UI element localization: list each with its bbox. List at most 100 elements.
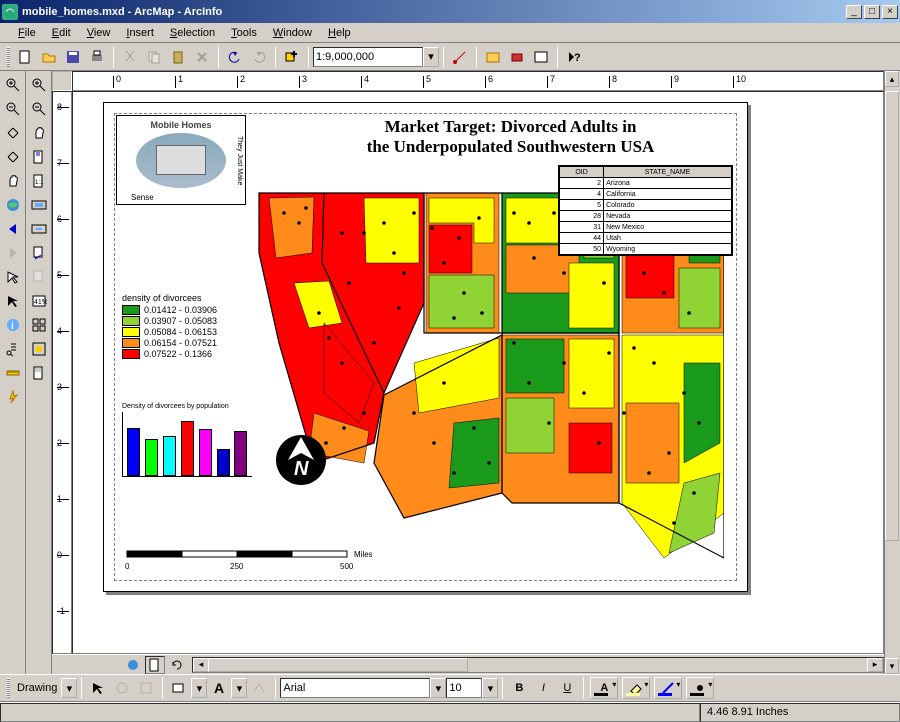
- zoom-in-icon[interactable]: [2, 74, 24, 96]
- bar-chart[interactable]: Density of divorcees by population: [122, 403, 252, 493]
- horizontal-ruler[interactable]: 012345678910: [72, 71, 884, 91]
- find-icon[interactable]: [2, 338, 24, 360]
- save-button[interactable]: [62, 46, 84, 68]
- zoom-percent-icon[interactable]: 41%: [28, 290, 50, 312]
- table-row[interactable]: 4California: [560, 189, 732, 200]
- map-title[interactable]: Market Target: Divorced Adults in the Un…: [284, 117, 737, 157]
- measure-icon[interactable]: [2, 362, 24, 384]
- open-button[interactable]: [38, 46, 60, 68]
- layout-zoom-out-icon[interactable]: [28, 98, 50, 120]
- zoom-100-icon[interactable]: 1:1: [28, 170, 50, 192]
- print-button[interactable]: [86, 46, 108, 68]
- toggle-draft-icon[interactable]: [28, 314, 50, 336]
- bold-button[interactable]: B: [508, 677, 530, 699]
- rotate-icon[interactable]: [111, 677, 133, 699]
- select-elements-cursor-icon[interactable]: [87, 677, 109, 699]
- minimize-button[interactable]: _: [846, 5, 862, 19]
- toolbar-grip[interactable]: [7, 678, 10, 698]
- zoom-to-selected-icon[interactable]: [135, 677, 157, 699]
- hscroll-thumb[interactable]: [208, 658, 468, 672]
- font-select[interactable]: [280, 678, 430, 698]
- layout-zoom-in-icon[interactable]: [28, 74, 50, 96]
- layout-next-extent-icon[interactable]: [28, 266, 50, 288]
- arctoolbox-button[interactable]: [506, 46, 528, 68]
- horizontal-scrollbar[interactable]: ◂ ▸: [192, 657, 884, 673]
- menu-view[interactable]: View: [79, 25, 119, 41]
- north-arrow[interactable]: N: [274, 433, 329, 488]
- identify-icon[interactable]: i: [2, 314, 24, 336]
- redo-button[interactable]: [248, 46, 270, 68]
- menu-window[interactable]: Window: [265, 25, 320, 41]
- pan-icon[interactable]: [2, 170, 24, 192]
- vscroll-up-arrow[interactable]: ▴: [885, 71, 899, 87]
- vertical-ruler[interactable]: 876543210-1: [52, 91, 72, 654]
- fixed-zoom-in-icon[interactable]: [2, 122, 24, 144]
- paste-button[interactable]: [167, 46, 189, 68]
- drawing-menu-dropdown[interactable]: ▾: [61, 678, 77, 698]
- command-line-button[interactable]: [530, 46, 552, 68]
- menu-file[interactable]: File: [10, 25, 44, 41]
- menu-edit[interactable]: Edit: [44, 25, 79, 41]
- new-document-button[interactable]: [14, 46, 36, 68]
- shape-dropdown[interactable]: ▾: [191, 678, 207, 698]
- refresh-button[interactable]: [167, 656, 187, 674]
- arccatalog-button[interactable]: [482, 46, 504, 68]
- fixed-zoom-out-icon[interactable]: [2, 146, 24, 168]
- table-row[interactable]: 2Arizona: [560, 178, 732, 189]
- attribute-table[interactable]: OIDSTATE_NAME2Arizona4California5Colorad…: [558, 165, 733, 256]
- focus-data-frame-icon[interactable]: [28, 338, 50, 360]
- menu-selection[interactable]: Selection: [162, 25, 223, 41]
- hscroll-right-arrow[interactable]: ▸: [867, 658, 883, 672]
- menu-tools[interactable]: Tools: [223, 25, 265, 41]
- edit-vertices-icon[interactable]: [248, 677, 270, 699]
- vertical-scrollbar[interactable]: ▴ ▾: [884, 71, 900, 674]
- italic-button[interactable]: I: [532, 677, 554, 699]
- copy-button[interactable]: [143, 46, 165, 68]
- vscroll-thumb[interactable]: [885, 91, 899, 541]
- select-features-icon[interactable]: [2, 266, 24, 288]
- font-size-select[interactable]: [446, 678, 482, 698]
- scale-bar[interactable]: 0 250 500 Miles: [122, 547, 372, 571]
- layout-fixed-zoom-in-icon[interactable]: [28, 194, 50, 216]
- font-dropdown[interactable]: ▾: [430, 678, 446, 698]
- layout-previous-extent-icon[interactable]: [28, 242, 50, 264]
- scale-dropdown-button[interactable]: ▾: [423, 47, 439, 67]
- change-layout-icon[interactable]: [28, 362, 50, 384]
- layout-pan-icon[interactable]: [28, 122, 50, 144]
- layout-view-button[interactable]: [145, 656, 165, 674]
- select-elements-icon[interactable]: [2, 290, 24, 312]
- font-color-button[interactable]: A▾: [590, 677, 618, 699]
- layout-fixed-zoom-out-icon[interactable]: [28, 218, 50, 240]
- hscroll-left-arrow[interactable]: ◂: [193, 658, 209, 672]
- next-extent-icon[interactable]: [2, 242, 24, 264]
- table-row[interactable]: 31New Mexico: [560, 222, 732, 233]
- full-extent-icon[interactable]: [2, 194, 24, 216]
- layout-canvas[interactable]: Mobile Homes They Just Make Sense Market…: [72, 91, 884, 654]
- map-scale-input[interactable]: [313, 47, 423, 67]
- logo-frame[interactable]: Mobile Homes They Just Make Sense: [116, 115, 246, 205]
- delete-button[interactable]: [191, 46, 213, 68]
- zoom-whole-page-icon[interactable]: [28, 146, 50, 168]
- hyperlink-icon[interactable]: [2, 386, 24, 408]
- data-view-button[interactable]: [123, 656, 143, 674]
- new-rectangle-button[interactable]: [168, 677, 190, 699]
- table-row[interactable]: 5Colorado: [560, 200, 732, 211]
- menu-help[interactable]: Help: [320, 25, 359, 41]
- vscroll-down-arrow[interactable]: ▾: [885, 658, 899, 674]
- map-page[interactable]: Mobile Homes They Just Make Sense Market…: [103, 102, 748, 592]
- toolbar-grip[interactable]: [7, 47, 10, 67]
- previous-extent-icon[interactable]: [2, 218, 24, 240]
- zoom-out-icon[interactable]: [2, 98, 24, 120]
- table-row[interactable]: 44Utah: [560, 233, 732, 244]
- editor-toolbar-button[interactable]: [449, 46, 471, 68]
- whats-this-button[interactable]: ?: [563, 46, 585, 68]
- line-color-button[interactable]: ▾: [654, 677, 682, 699]
- cut-button[interactable]: [119, 46, 141, 68]
- legend[interactable]: density of divorcees 0.01412 - 0.039060.…: [122, 293, 252, 360]
- marker-color-button[interactable]: ▾: [686, 677, 714, 699]
- underline-button[interactable]: U: [556, 677, 578, 699]
- fill-color-button[interactable]: ▾: [622, 677, 650, 699]
- add-data-button[interactable]: [281, 46, 303, 68]
- table-row[interactable]: 28Nevada: [560, 211, 732, 222]
- new-text-button[interactable]: A: [208, 677, 230, 699]
